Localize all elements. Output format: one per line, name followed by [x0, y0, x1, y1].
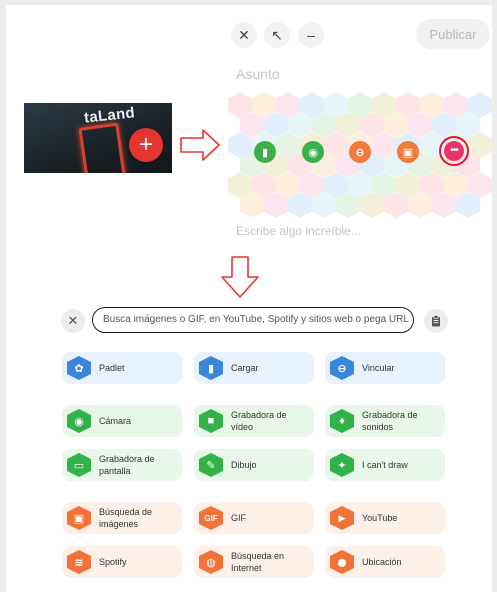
screen-icon: ▭	[67, 453, 91, 477]
close-button[interactable]: ✕	[231, 22, 257, 48]
window-top-edge	[0, 0, 497, 5]
more-icon: •••	[444, 141, 464, 161]
upload-icon: ▮	[199, 356, 223, 380]
spotify-icon: ≋	[67, 550, 91, 574]
option-label: Dibujo	[231, 460, 257, 470]
option-camera[interactable]: ◉ Cámara	[62, 405, 182, 437]
option-label: GIF	[231, 513, 246, 523]
camera-icon: ◉	[67, 409, 91, 433]
option-label: Grabadora de vídeo	[231, 410, 287, 432]
more-options-button[interactable]: •••	[439, 136, 469, 166]
option-image-search[interactable]: ▣ Búsqueda de imágenes	[62, 502, 182, 534]
option-location[interactable]: ⬤ Ubicación	[325, 546, 445, 578]
option-label: Búsqueda de imágenes	[99, 507, 153, 529]
window-right-edge	[492, 0, 497, 592]
camera-icon[interactable]: ◉	[302, 141, 324, 163]
minimize-button[interactable]: –	[298, 22, 324, 48]
option-label: Cargar	[231, 363, 259, 373]
publish-button[interactable]: Publicar	[416, 19, 490, 49]
option-link[interactable]: ⊖ Vincular	[325, 352, 445, 384]
option-label: Grabadora de sonidos	[362, 410, 418, 432]
option-padlet[interactable]: ✿ Padlet	[62, 352, 182, 384]
window-left-edge	[0, 0, 6, 592]
option-label: Padlet	[99, 363, 125, 373]
close-icon: ✕	[238, 27, 250, 43]
minimize-icon: –	[307, 27, 315, 43]
option-web-search[interactable]: ◍ Búsqueda en Internet	[194, 546, 314, 578]
body-field[interactable]: Escribe algo increíble...	[236, 224, 361, 238]
link-icon[interactable]: ⊖	[349, 141, 371, 163]
search-input[interactable]: Busca imágenes o GIF, en YouTube, Spotif…	[92, 307, 414, 333]
image-search-icon[interactable]: ▣	[397, 141, 419, 163]
neon-sign-shape	[78, 122, 126, 173]
option-label: YouTube	[362, 513, 398, 523]
option-screen-recorder[interactable]: ▭ Grabadora de pantalla	[62, 449, 182, 481]
video-camera-icon: ■	[199, 409, 223, 433]
padlet-icon: ✿	[67, 356, 91, 380]
option-label: Spotify	[99, 557, 127, 567]
option-label: I can't draw	[362, 460, 408, 470]
globe-icon: ◍	[199, 550, 223, 574]
option-audio-recorder[interactable]: ♦ Grabadora de sonidos	[325, 405, 445, 437]
expand-icon: ↖	[271, 27, 283, 43]
option-label: Cámara	[99, 416, 132, 426]
arrow-right-icon	[180, 129, 220, 161]
option-youtube[interactable]: ▶ YouTube	[325, 502, 445, 534]
gif-icon: GIF	[199, 506, 223, 530]
option-label: Vincular	[362, 363, 395, 373]
option-video-recorder[interactable]: ■ Grabadora de vídeo	[194, 405, 314, 437]
youtube-icon: ▶	[330, 506, 354, 530]
microphone-icon: ♦	[330, 409, 354, 433]
option-label: Búsqueda en Internet	[231, 551, 285, 573]
option-gif[interactable]: GIF GIF	[194, 502, 314, 534]
add-button[interactable]: +	[129, 128, 163, 162]
upload-icon[interactable]: ▮	[254, 141, 276, 163]
link-icon: ⊖	[330, 356, 354, 380]
thumbnail-sign-text: taLand	[83, 104, 136, 127]
sparkle-icon: ✦	[330, 453, 354, 477]
pencil-icon: ✎	[199, 453, 223, 477]
expand-button[interactable]: ↖	[264, 22, 290, 48]
option-upload[interactable]: ▮ Cargar	[194, 352, 314, 384]
subject-field[interactable]: Asunto	[236, 66, 280, 82]
option-cant-draw[interactable]: ✦ I can't draw	[325, 449, 445, 481]
option-spotify[interactable]: ≋ Spotify	[62, 546, 182, 578]
option-label: Ubicación	[362, 557, 402, 567]
clipboard-button[interactable]	[424, 309, 448, 333]
arrow-down-icon	[221, 256, 259, 298]
search-close-button[interactable]: ✕	[61, 309, 85, 333]
option-label: Grabadora de pantalla	[99, 454, 155, 476]
clipboard-icon	[432, 315, 440, 327]
image-search-icon: ▣	[67, 506, 91, 530]
location-pin-icon: ⬤	[330, 550, 354, 574]
option-draw[interactable]: ✎ Dibujo	[194, 449, 314, 481]
